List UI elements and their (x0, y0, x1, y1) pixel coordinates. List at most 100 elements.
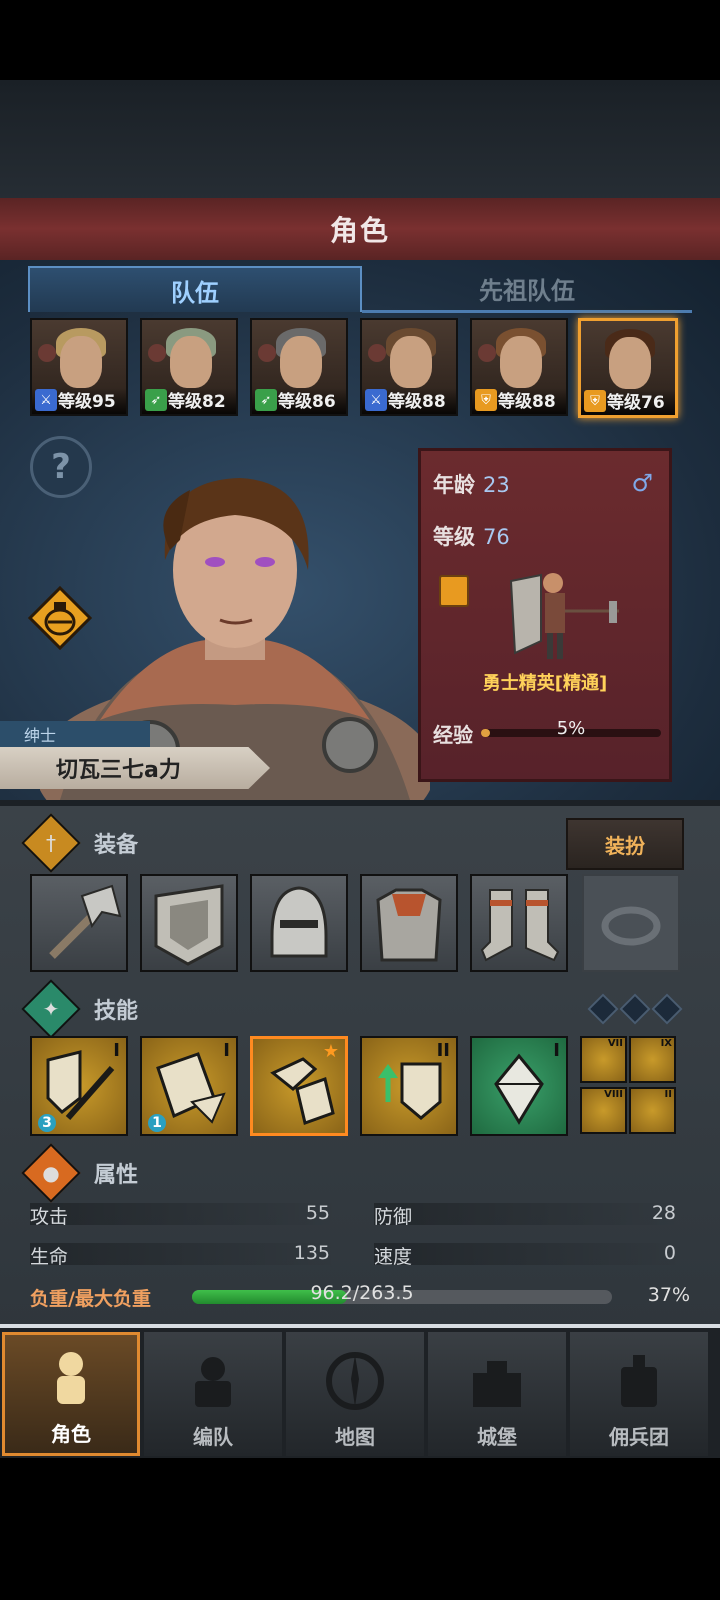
skill-rank: I (553, 1040, 560, 1061)
exp-bar: 5% (481, 718, 661, 739)
stat-attack-value: 55 (305, 1202, 330, 1224)
top-dark-band (0, 80, 720, 200)
mini-soldier-icon (38, 344, 56, 362)
shield-slot[interactable] (140, 874, 238, 972)
passive-skill-4[interactable]: II (629, 1087, 676, 1134)
attributes-header: ● 属性 (21, 1143, 696, 1203)
nav-label: 编队 (193, 1425, 233, 1449)
passive-skill-2[interactable]: IX (629, 1036, 676, 1083)
member-level: 等级82 (168, 392, 226, 412)
skill-shield-bash[interactable]: I 1 (140, 1036, 238, 1136)
skill-shield-sword[interactable]: I 3 (30, 1036, 128, 1136)
weapon-slot[interactable] (30, 874, 128, 972)
knight-icon (57, 1352, 85, 1404)
helmet-slot[interactable] (250, 874, 348, 972)
bow-icon: ➶ (255, 389, 277, 411)
skill-rank: I (223, 1040, 230, 1061)
nav-mercenary[interactable]: 佣兵团 (570, 1332, 708, 1456)
team-member-6-selected[interactable]: ⛨ 等级76 (578, 318, 678, 418)
passive-rank: VII (607, 1038, 623, 1049)
ring-icon (601, 906, 661, 946)
portrait-face (500, 336, 542, 388)
crystal-skill-icon (494, 1053, 544, 1125)
stat-hp-value: 135 (293, 1242, 330, 1264)
member-level: 等级76 (607, 393, 665, 413)
load-percent: 37% (647, 1284, 690, 1306)
sword-icon: ⚔ (365, 389, 387, 411)
nav-label: 角色 (51, 1422, 91, 1446)
shield-icon (154, 884, 224, 966)
exp-percent: 5% (556, 718, 586, 739)
boots-icon (480, 889, 560, 962)
passive-skill-1[interactable]: VII (580, 1036, 627, 1083)
shield-icon: ⛨ (584, 390, 606, 412)
stat-speed-value: 0 (663, 1242, 676, 1264)
team-member-2[interactable]: ➶ 等级82 (140, 318, 238, 416)
portrait-face (280, 336, 322, 388)
mini-soldier-icon (478, 344, 496, 362)
title-bar: 角色 (0, 198, 720, 263)
tab-ancestor-team[interactable]: 先祖队伍 (362, 266, 692, 313)
skill-crystal[interactable]: I (470, 1036, 568, 1136)
bow-icon: ➶ (145, 389, 167, 411)
portrait-face (170, 336, 212, 388)
load-value: 96.2/263.5 (310, 1282, 414, 1304)
passive-rank: II (664, 1089, 672, 1100)
page-title: 角色 (329, 214, 390, 247)
nav-character[interactable]: 角色 (2, 1332, 140, 1456)
portrait-face (609, 337, 651, 389)
team-member-5[interactable]: ⛨ 等级88 (470, 318, 568, 416)
mini-soldier-icon (148, 344, 166, 362)
castle-icon (473, 1361, 521, 1407)
armor-slot[interactable] (360, 874, 458, 972)
stat-hp-label: 生命 (30, 1246, 69, 1268)
passive-rank: IX (660, 1038, 672, 1049)
member-level: 等级86 (278, 392, 336, 412)
mini-soldier-icon (368, 344, 386, 362)
skill-charge[interactable]: ★ (250, 1036, 348, 1136)
team-tabs: 队伍 先祖队伍 (28, 266, 692, 313)
hero-title-tag: 绅士 (0, 721, 150, 747)
stat-defense-label: 防御 (374, 1206, 413, 1228)
tab-team[interactable]: 队伍 (28, 266, 362, 312)
hero-name: 切瓦三七a力 (56, 758, 181, 783)
boots-slot[interactable] (470, 874, 568, 972)
skill-shield-up[interactable]: II (360, 1036, 458, 1136)
nav-formation[interactable]: 编队 (144, 1332, 282, 1456)
bottom-nav: 角色 编队 地图 城堡 佣兵团 (0, 1324, 720, 1458)
nav-label: 城堡 (477, 1425, 517, 1449)
hero-name-plate: 切瓦三七a力 (0, 747, 270, 789)
dress-up-button[interactable]: 装扮 (566, 818, 684, 870)
helmet-icon (270, 886, 328, 958)
age-label: 年龄 (433, 473, 475, 497)
class-figure-icon (509, 573, 619, 659)
hero-class-name: 勇士精英[精通] (482, 673, 608, 694)
shield-icon: ⛨ (475, 389, 497, 411)
team-member-4[interactable]: ⚔ 等级88 (360, 318, 458, 416)
nav-castle[interactable]: 城堡 (428, 1332, 566, 1456)
member-level: 等级88 (498, 392, 556, 412)
nav-label: 地图 (335, 1425, 375, 1449)
level-value: 76 (483, 525, 510, 549)
hero-info-panel: 年龄 23 ♂ 等级 76 勇士精英[精通] 经验 5% (418, 448, 672, 782)
attributes-label: 属性 (94, 1163, 139, 1188)
star-icon: ✦ (42, 997, 60, 1021)
passive-rank: VIII (604, 1089, 623, 1100)
skill-slots: I 3 I 1 ★ II I VII IX VIII II (30, 1036, 680, 1138)
portrait-face (390, 336, 432, 388)
mini-soldier-icon (258, 344, 276, 362)
team-member-3[interactable]: ➶ 等级86 (250, 318, 348, 416)
level-label: 等级 (433, 525, 475, 549)
team-member-1[interactable]: ⚔ 等级95 (30, 318, 128, 416)
mercenary-icon (621, 1355, 657, 1407)
member-level: 等级95 (58, 392, 116, 412)
equipment-slots (30, 874, 680, 974)
portrait-face (60, 336, 102, 388)
nav-map[interactable]: 地图 (286, 1332, 424, 1456)
passive-skill-3[interactable]: VIII (580, 1087, 627, 1134)
ring-slot-empty[interactable] (582, 874, 680, 972)
member-level: 等级88 (388, 392, 446, 412)
dagger-icon: † (46, 831, 56, 855)
compass-icon (326, 1352, 384, 1410)
sword-icon: ⚔ (35, 389, 57, 411)
